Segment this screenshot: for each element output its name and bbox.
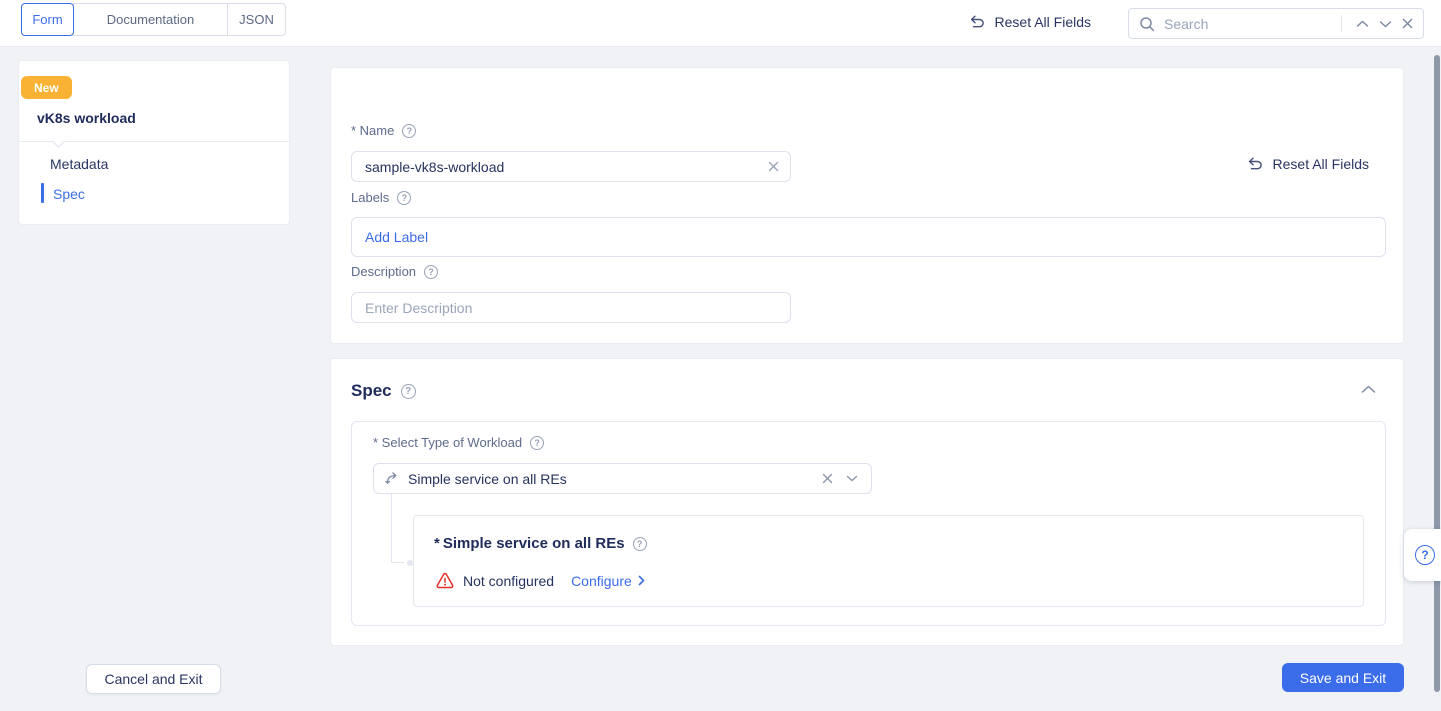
help-flyout-button[interactable]: ? bbox=[1404, 529, 1441, 581]
help-icon[interactable]: ? bbox=[424, 264, 439, 279]
undo-icon bbox=[1246, 157, 1264, 171]
status-text: Not configured bbox=[463, 572, 555, 589]
workload-type-label-text: * Select Type of Workload bbox=[373, 435, 523, 450]
sidebar-title: vK8s workload bbox=[37, 110, 136, 126]
view-tab-group: Form Documentation JSON bbox=[21, 3, 286, 36]
name-input-wrapper bbox=[351, 151, 791, 182]
chevron-down-icon[interactable] bbox=[1374, 20, 1397, 28]
search-icon bbox=[1139, 16, 1155, 32]
reset-all-fields-button[interactable]: Reset All Fields bbox=[968, 14, 1091, 30]
topbar: Form Documentation JSON Reset All Fields bbox=[0, 0, 1441, 47]
workload-config-status-row: Not configured Configure bbox=[436, 572, 645, 589]
clear-selection-icon[interactable] bbox=[812, 473, 843, 484]
help-circle-icon: ? bbox=[1415, 545, 1435, 565]
help-icon[interactable]: ? bbox=[400, 383, 416, 399]
help-icon[interactable]: ? bbox=[397, 190, 412, 205]
name-field-label: * Name ? bbox=[351, 123, 417, 138]
workload-type-select[interactable]: Simple service on all REs bbox=[373, 463, 872, 494]
required-mark: * bbox=[434, 535, 440, 552]
description-label-text: Description bbox=[351, 264, 417, 279]
description-input[interactable] bbox=[352, 299, 790, 316]
vertical-scrollbar[interactable] bbox=[1434, 55, 1440, 692]
tab-json[interactable]: JSON bbox=[227, 3, 286, 36]
save-and-exit-button[interactable]: Save and Exit bbox=[1282, 663, 1404, 692]
workload-config-title: Simple service on all REs bbox=[442, 535, 625, 552]
search-box bbox=[1128, 8, 1424, 39]
select-caret-icon[interactable] bbox=[843, 475, 871, 482]
collapse-section-icon[interactable] bbox=[1361, 385, 1376, 394]
sidebar-divider-notch bbox=[52, 135, 65, 148]
spec-section-header: Spec ? bbox=[351, 381, 416, 401]
status-badge: New bbox=[21, 76, 72, 99]
connector-line-horizontal bbox=[391, 562, 404, 563]
configure-label: Configure bbox=[571, 572, 632, 589]
metadata-reset-label: Reset All Fields bbox=[1272, 156, 1369, 172]
reset-all-fields-label: Reset All Fields bbox=[994, 14, 1091, 30]
help-icon[interactable]: ? bbox=[632, 536, 647, 551]
tab-documentation[interactable]: Documentation bbox=[73, 3, 228, 36]
sidebar-item-spec[interactable]: Spec bbox=[53, 186, 85, 202]
help-icon[interactable]: ? bbox=[402, 123, 417, 138]
search-input[interactable] bbox=[1164, 15, 1335, 32]
sidebar-item-metadata[interactable]: Metadata bbox=[50, 156, 108, 172]
clear-name-icon[interactable] bbox=[764, 161, 790, 172]
active-section-indicator bbox=[41, 183, 44, 203]
configure-button[interactable]: Configure bbox=[571, 573, 645, 589]
description-input-wrapper bbox=[351, 292, 791, 323]
labels-label-text: Labels bbox=[351, 190, 390, 205]
workload-type-value: Simple service on all REs bbox=[408, 470, 567, 487]
spec-section: Spec ? * Select Type of Workload ? Simpl… bbox=[330, 358, 1404, 646]
vk8s-workload-form-page: Form Documentation JSON Reset All Fields bbox=[0, 0, 1441, 711]
workload-config-header: * Simple service on all REs ? bbox=[434, 535, 647, 552]
close-icon[interactable] bbox=[1397, 18, 1413, 29]
labels-field-label: Labels ? bbox=[351, 190, 412, 205]
metadata-section: Metadata ? Reset All Fields * Name ? Lab… bbox=[330, 67, 1404, 344]
chevron-right-icon bbox=[638, 575, 645, 586]
name-label-text: * Name bbox=[351, 123, 395, 138]
spec-title: Spec bbox=[351, 381, 392, 400]
add-label-button[interactable]: Add Label bbox=[365, 229, 428, 245]
description-field-label: Description ? bbox=[351, 264, 439, 279]
help-icon[interactable]: ? bbox=[530, 435, 545, 450]
workload-config-card: * Simple service on all REs ? Not config… bbox=[413, 515, 1364, 607]
workload-type-icon bbox=[374, 471, 408, 486]
tab-form[interactable]: Form bbox=[21, 3, 74, 36]
chevron-up-icon[interactable] bbox=[1351, 20, 1374, 28]
name-input[interactable] bbox=[352, 158, 764, 175]
workload-type-label: * Select Type of Workload ? bbox=[373, 435, 545, 450]
cancel-and-exit-button[interactable]: Cancel and Exit bbox=[86, 664, 221, 694]
search-divider bbox=[1341, 15, 1342, 32]
labels-container: Add Label bbox=[351, 217, 1386, 257]
warning-icon bbox=[436, 572, 454, 589]
connector-line-vertical bbox=[391, 494, 392, 563]
form-sidebar: New vK8s workload Metadata Spec bbox=[18, 60, 290, 225]
undo-icon bbox=[968, 15, 986, 29]
spec-body: * Select Type of Workload ? Simple servi… bbox=[351, 421, 1386, 626]
metadata-reset-all-fields-button[interactable]: Reset All Fields bbox=[1246, 156, 1369, 172]
